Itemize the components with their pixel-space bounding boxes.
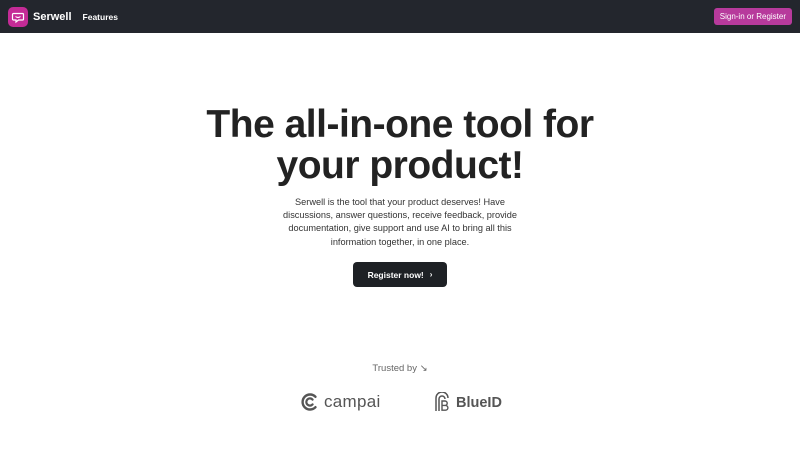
- hero-title: The all-in-one tool for your product!: [0, 104, 800, 186]
- chevron-right-icon: ›: [429, 270, 433, 279]
- trusted-logos: campai BlueID: [0, 390, 800, 416]
- blueid-logo-text: BlueID: [456, 395, 502, 411]
- hero-title-line-2: your product!: [276, 144, 524, 187]
- campai-logo-icon: [301, 393, 317, 411]
- register-now-button[interactable]: Register now! ›: [353, 262, 447, 287]
- nav-link-features[interactable]: Features: [83, 12, 118, 22]
- brand-name: Serwell: [33, 10, 72, 23]
- blueid-logo: BlueID: [432, 392, 502, 414]
- top-navbar: Serwell Features Sign-in or Register: [0, 0, 800, 33]
- signin-register-button[interactable]: Sign-in or Register: [713, 8, 792, 25]
- register-now-label: Register now!: [367, 269, 424, 280]
- hero-description: Serwell is the tool that your product de…: [283, 197, 517, 247]
- serwell-logo-icon: [8, 6, 28, 27]
- blueid-logo-icon: [435, 392, 449, 411]
- campai-logo: campai: [300, 392, 381, 412]
- hero-title-line-1: The all-in-one tool for: [206, 103, 594, 146]
- trusted-by-label: Trusted by ↘: [372, 363, 428, 374]
- campai-logo-text: campai: [324, 392, 381, 411]
- brand-home-link[interactable]: Serwell: [8, 6, 72, 27]
